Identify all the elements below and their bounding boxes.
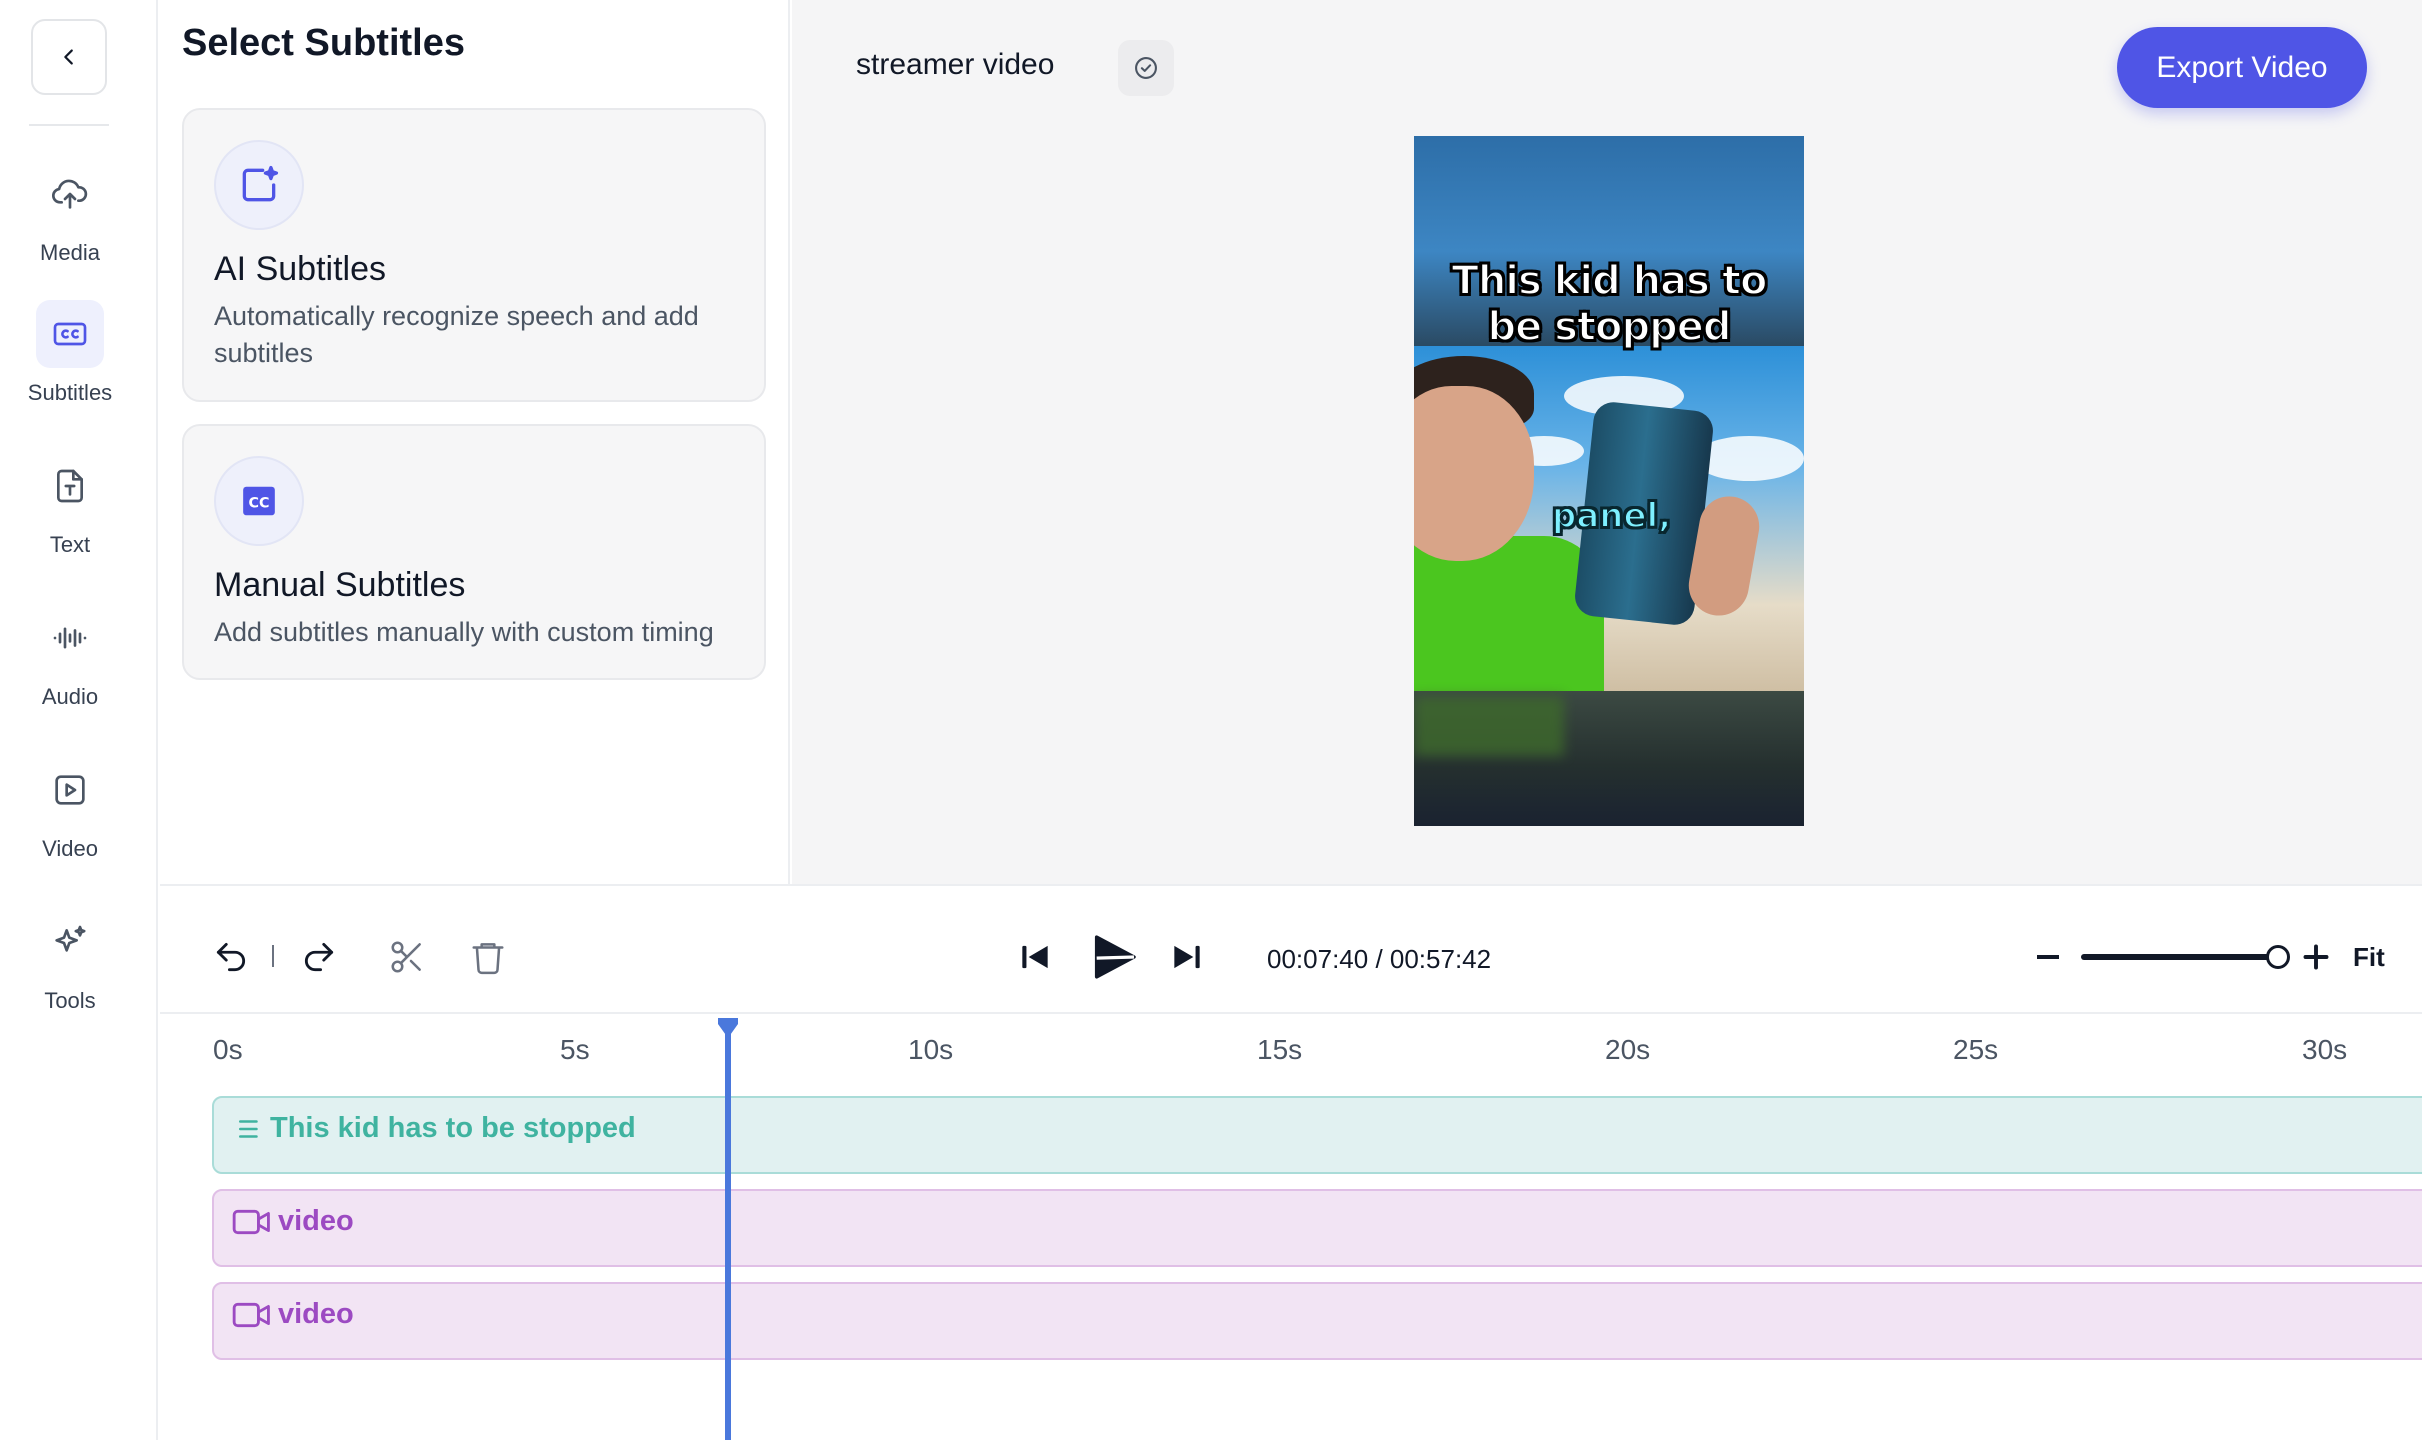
toolbar-separator <box>272 945 274 967</box>
timeline-area: 00:07:40 / 00:57:42 Fit 0s 5s 10s 15s 20… <box>160 884 2422 1440</box>
ruler-tick-label: 5s <box>560 1034 590 1065</box>
sidebar-item-text[interactable]: Text <box>0 452 140 582</box>
zoom-slider-handle[interactable] <box>2266 945 2290 969</box>
track-label: video <box>232 1298 354 1331</box>
playhead[interactable] <box>725 1024 731 1440</box>
audio-waveform-icon <box>36 604 104 672</box>
zoom-in-button[interactable] <box>2298 939 2334 975</box>
ai-sparkle-frame-icon <box>214 140 304 230</box>
undo-button[interactable] <box>205 931 257 983</box>
ai-subtitles-card[interactable]: AI Subtitles Automatically recognize spe… <box>182 108 766 402</box>
video-clip-label: video <box>278 1298 354 1330</box>
zoom-out-button[interactable] <box>2037 955 2059 959</box>
track-label: This kid has to be stopped <box>234 1112 636 1145</box>
zoom-slider-track[interactable] <box>2081 954 2277 960</box>
video-caption-line: This kid has to <box>1451 257 1769 305</box>
sidebar-item-label: Text <box>49 532 91 557</box>
subtitles-panel: Select Subtitles AI Subtitles Automatica… <box>160 0 790 884</box>
option-title: AI Subtitles <box>214 250 386 288</box>
list-lines-icon <box>239 1119 258 1138</box>
zoom-fit-button[interactable]: Fit <box>2353 942 2385 973</box>
playhead-handle[interactable] <box>716 1016 740 1040</box>
video-frame-blur-shirt <box>1414 696 1564 756</box>
export-video-button[interactable]: Export Video <box>2117 27 2367 108</box>
ruler-tick-label: 15s <box>1257 1034 1303 1065</box>
option-description: Automatically recognize speech and add s… <box>214 301 699 368</box>
sidebar-item-label: Media <box>40 240 100 265</box>
cloud-upload-icon <box>36 160 104 228</box>
time-display: 00:07:40 / 00:57:42 <box>1267 944 1491 975</box>
ruler-tick-label: 25s <box>1953 1034 1999 1065</box>
sidebar-item-media[interactable]: Media <box>0 160 140 290</box>
chevron-left-icon <box>64 49 73 65</box>
time-separator: / <box>1368 944 1390 974</box>
play-button[interactable] <box>1080 924 1146 990</box>
closed-captions-icon <box>36 300 104 368</box>
video-frame-shirt <box>1414 536 1604 696</box>
video-track-clip[interactable]: video <box>212 1189 2422 1267</box>
subtitle-track-clip[interactable]: This kid has to be stopped <box>212 1096 2422 1174</box>
ruler-tick-label: 20s <box>1605 1034 1651 1065</box>
video-clip-label: video <box>278 1205 354 1237</box>
sidebar-item-label: Video <box>42 836 98 861</box>
sidebar-item-tools[interactable]: Tools <box>0 908 140 1038</box>
skip-forward-button[interactable] <box>1161 931 1213 983</box>
video-play-icon <box>36 756 104 824</box>
text-file-icon <box>36 452 104 520</box>
skip-back-icon <box>1022 945 1048 969</box>
undo-icon <box>216 942 246 972</box>
video-camera-icon <box>232 1209 270 1234</box>
trash-icon <box>472 943 504 975</box>
option-title: Manual Subtitles <box>214 566 466 604</box>
ruler-tick-label: 10s <box>908 1034 954 1065</box>
sparkles-icon <box>36 908 104 976</box>
preview-area: streamer video Export Video This kid has… <box>792 0 2422 884</box>
panel-title: Select Subtitles <box>182 22 465 64</box>
ruler-tick-label: 30s <box>2302 1034 2348 1065</box>
scissors-icon <box>391 941 421 973</box>
video-preview[interactable]: This kid has to be stopped panel, <box>1414 136 1804 826</box>
skip-back-button[interactable] <box>1009 931 1061 983</box>
project-name[interactable]: streamer video <box>856 48 1054 82</box>
current-time: 00:07:40 <box>1267 944 1369 974</box>
cc-badge-icon: CC <box>214 456 304 546</box>
redo-button[interactable] <box>293 931 345 983</box>
delete-button[interactable] <box>462 931 514 983</box>
redo-icon <box>304 942 334 972</box>
manual-subtitles-card[interactable]: CC Manual Subtitles Add subtitles manual… <box>182 424 766 680</box>
video-camera-icon <box>232 1302 270 1327</box>
video-track-clip[interactable]: video <box>212 1282 2422 1360</box>
timeline-toolbar: 00:07:40 / 00:57:42 Fit <box>160 886 2422 1014</box>
svg-text:CC: CC <box>249 495 270 511</box>
rail-divider <box>29 124 109 126</box>
video-caption-word: panel, <box>1551 495 1672 537</box>
sidebar-item-label: Tools <box>44 988 96 1013</box>
play-icon <box>1094 935 1136 979</box>
back-button[interactable] <box>31 19 107 95</box>
check-circle-icon <box>1135 57 1157 79</box>
sidebar-item-subtitles[interactable]: Subtitles <box>0 300 140 430</box>
track-label: video <box>232 1205 354 1238</box>
subtitle-clip-text: This kid has to be stopped <box>270 1112 636 1144</box>
split-button[interactable] <box>381 931 433 983</box>
sidebar-item-label: Subtitles <box>27 380 113 405</box>
option-description: Add subtitles manually with custom timin… <box>214 617 714 647</box>
left-rail: Media Subtitles Text Audio Video Tools <box>0 0 158 1440</box>
sidebar-item-audio[interactable]: Audio <box>0 604 140 734</box>
skip-forward-icon <box>1174 945 1200 969</box>
video-caption-line: be stopped <box>1486 303 1732 351</box>
ruler-tick-label: 0s <box>213 1034 243 1065</box>
total-time: 00:57:42 <box>1389 944 1492 974</box>
sidebar-item-video[interactable]: Video <box>0 756 140 886</box>
saved-status-button[interactable] <box>1118 40 1174 96</box>
sidebar-item-label: Audio <box>41 684 99 709</box>
